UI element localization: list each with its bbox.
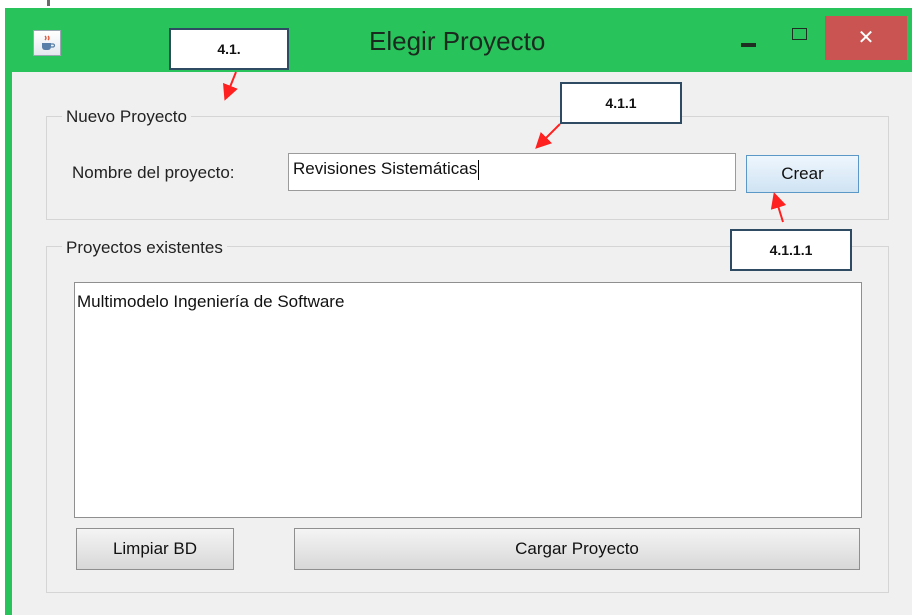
project-name-input[interactable]: Revisiones Sistemáticas [288,153,736,191]
java-cup-icon[interactable] [33,30,61,56]
nuevo-proyecto-title: Nuevo Proyecto [62,107,191,127]
minimize-icon[interactable] [732,20,764,50]
desktop-strip [0,0,912,8]
window-title: Elegir Proyecto [369,26,546,56]
close-icon[interactable]: ✕ [825,16,907,60]
annotation-label: 4.1. [169,28,289,70]
project-name-label: Nombre del proyecto: [72,163,235,182]
crear-button[interactable]: Crear [746,155,859,193]
java-cup-glyph [42,35,56,50]
annotation-label: 4.1.1.1 [730,229,852,271]
cargar-proyecto-button[interactable]: Cargar Proyecto [294,528,860,570]
limpiar-bd-button[interactable]: Limpiar BD [76,528,234,570]
text-caret [478,159,480,180]
desktop-mark [47,0,50,6]
list-item[interactable]: Multimodelo Ingeniería de Software [77,292,859,312]
elegir-proyecto-window: Elegir Proyecto ✕ Nuevo Proyecto Nombre … [5,8,912,615]
projects-list[interactable]: Multimodelo Ingeniería de Software [74,282,862,518]
title-bar[interactable]: Elegir Proyecto ✕ [5,8,912,72]
window-content: Nuevo Proyecto Nombre del proyecto: Revi… [12,72,912,615]
project-name-value: Revisiones Sistemáticas [293,159,478,178]
annotation-label: 4.1.1 [560,82,682,124]
proyectos-existentes-title: Proyectos existentes [62,238,227,258]
maximize-icon[interactable] [781,20,813,50]
